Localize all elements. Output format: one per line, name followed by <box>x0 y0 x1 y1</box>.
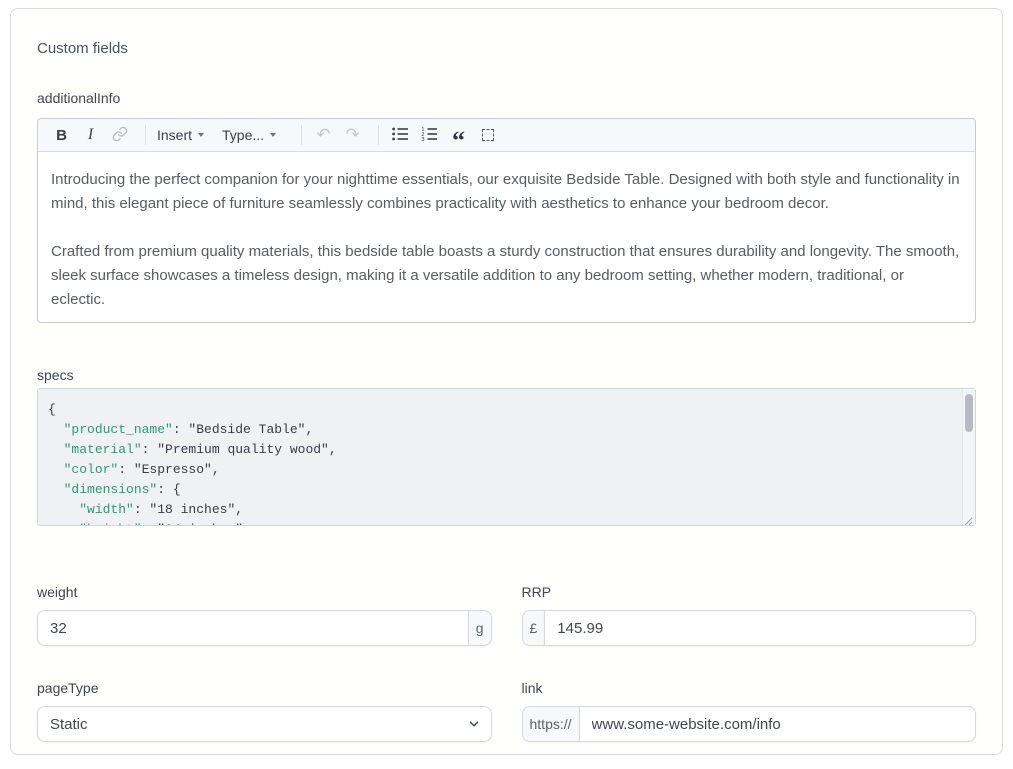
resize-handle-icon[interactable] <box>963 513 973 523</box>
toolbar-divider <box>145 125 146 145</box>
dashed-box-icon <box>482 129 494 141</box>
rrp-field: RRP £ <box>522 584 977 646</box>
redo-button[interactable]: ↷ <box>340 123 365 147</box>
rich-text-editor: B I Insert Type... ↶ ↷ <box>37 118 976 323</box>
link-icon <box>112 126 128 145</box>
link-input[interactable] <box>579 706 976 742</box>
toolbar-divider <box>301 125 302 145</box>
weight-label: weight <box>37 584 492 601</box>
rrp-label: RRP <box>522 584 977 601</box>
fields-grid: weight g RRP £ pageType Static <box>37 584 976 742</box>
link-field: link https:// <box>522 680 977 742</box>
page-type-field: pageType Static <box>37 680 492 742</box>
protocol-addon: https:// <box>522 706 580 742</box>
bullet-list-icon <box>392 126 409 145</box>
rte-toolbar: B I Insert Type... ↶ ↷ <box>38 119 975 152</box>
bullet-list-button[interactable] <box>388 123 413 147</box>
numbered-list-button[interactable]: 123 <box>417 123 442 147</box>
undo-icon: ↶ <box>316 125 330 145</box>
weight-input[interactable] <box>37 610 469 646</box>
type-dropdown[interactable]: Type... <box>220 123 278 147</box>
link-label: link <box>522 680 977 697</box>
undo-button[interactable]: ↶ <box>311 123 336 147</box>
code-content[interactable]: { "product_name": "Bedside Table", "mate… <box>38 389 975 526</box>
editor-content[interactable]: Introducing the perfect companion for yo… <box>38 152 975 322</box>
code-line: "material": "Premium quality wood", <box>48 440 955 460</box>
weight-unit-addon: g <box>468 610 492 646</box>
numbered-list-icon: 123 <box>421 126 438 145</box>
italic-button[interactable]: I <box>78 123 103 147</box>
scrollbar-thumb[interactable] <box>965 394 973 432</box>
weight-field: weight g <box>37 584 492 646</box>
additional-info-label: additionalInfo <box>37 90 976 107</box>
code-line: "product_name": "Bedside Table", <box>48 420 955 440</box>
weight-input-group: g <box>37 610 492 646</box>
card-title: Custom fields <box>37 40 976 57</box>
link-input-group: https:// <box>522 706 977 742</box>
page-type-select[interactable]: Static <box>37 706 492 742</box>
code-line: "height": "24 inches" <box>48 520 955 526</box>
code-scrollbar[interactable] <box>962 389 975 525</box>
type-dropdown-label: Type... <box>222 127 264 143</box>
page-type-label: pageType <box>37 680 492 697</box>
blockquote-button[interactable]: “ <box>446 123 471 147</box>
code-line: "color": "Espresso", <box>48 460 955 480</box>
rrp-input-group: £ <box>522 610 977 646</box>
redo-icon: ↷ <box>345 125 359 145</box>
page-type-select-wrap: Static <box>37 706 492 742</box>
code-line: "dimensions": { <box>48 480 955 500</box>
embed-block-button[interactable] <box>475 123 500 147</box>
custom-fields-card: Custom fields additionalInfo B I Insert … <box>10 8 1003 755</box>
link-button[interactable] <box>107 123 132 147</box>
bold-button[interactable]: B <box>49 123 74 147</box>
editor-paragraph: Crafted from premium quality materials, … <box>51 240 962 312</box>
specs-code-editor[interactable]: { "product_name": "Bedside Table", "mate… <box>37 388 976 526</box>
currency-addon: £ <box>522 610 546 646</box>
chevron-down-icon <box>198 133 204 137</box>
insert-dropdown-label: Insert <box>157 127 192 143</box>
toolbar-divider <box>378 125 379 145</box>
specs-label: specs <box>37 367 976 384</box>
editor-paragraph: Introducing the perfect companion for yo… <box>51 168 962 216</box>
rrp-input[interactable] <box>544 610 976 646</box>
code-line: { <box>48 400 955 420</box>
chevron-down-icon <box>270 133 276 137</box>
code-line: "width": "18 inches", <box>48 500 955 520</box>
svg-text:3: 3 <box>421 137 424 142</box>
insert-dropdown[interactable]: Insert <box>155 123 206 147</box>
